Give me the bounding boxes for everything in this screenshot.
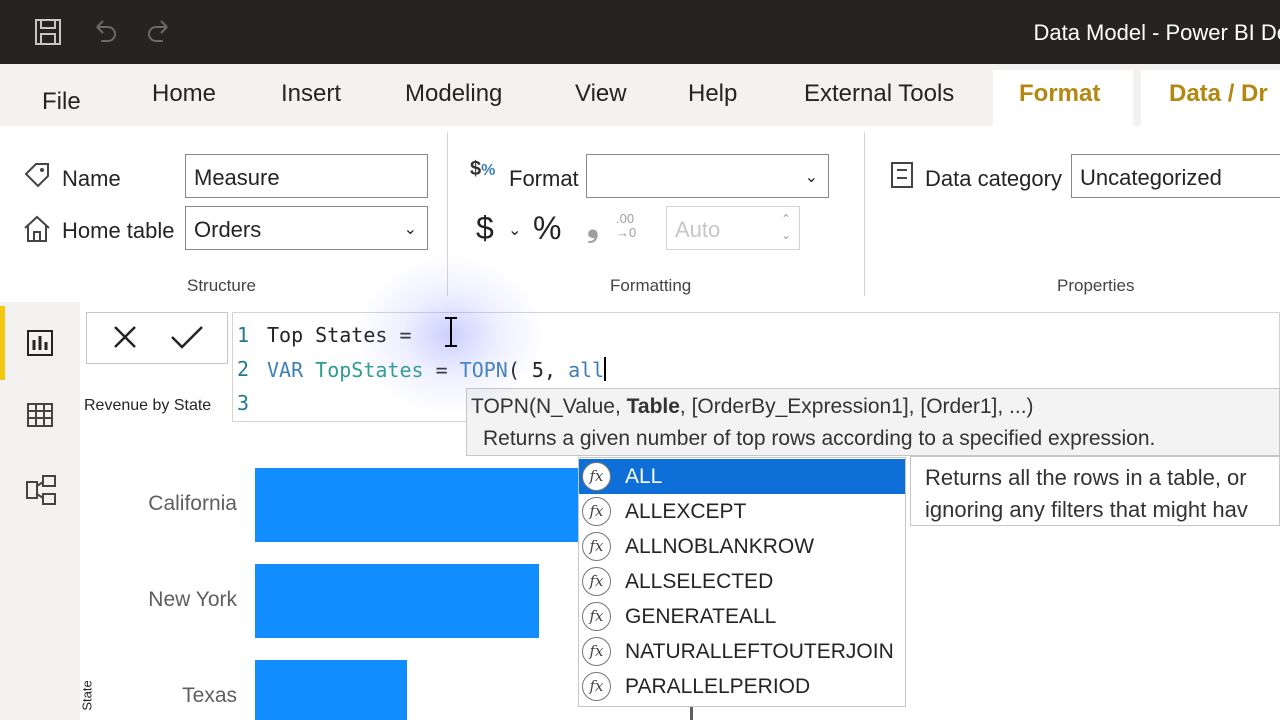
name-label: Name [62, 166, 121, 191]
percent-button[interactable]: % [533, 210, 561, 247]
chart-title: Revenue by State [84, 397, 212, 414]
formula-commit-buttons [86, 312, 228, 364]
report-view-icon[interactable] [25, 328, 55, 363]
home-icon [22, 214, 52, 249]
line-number: 3 [237, 391, 250, 415]
function-icon: fx [582, 532, 611, 561]
current-parameter: Table [626, 395, 680, 418]
category-label: Texas [182, 684, 237, 707]
tab-modeling[interactable]: Modeling [405, 80, 502, 108]
decimal-places-spinner: Auto ⌃ ⌄ [666, 206, 800, 250]
ribbon-tabs: File Home Insert Modeling View Help Exte… [0, 64, 1280, 126]
home-table-value: Orders [194, 217, 262, 242]
tab-insert[interactable]: Insert [281, 80, 341, 108]
title-bar: Data Model - Power BI Des [0, 0, 1280, 64]
autocomplete-item[interactable]: fx ALLEXCEPT [579, 494, 905, 529]
tag-icon [22, 160, 52, 195]
format-label: Format [509, 166, 579, 191]
signature-text: TOPN(N_Value, Table, [OrderBy_Expression… [471, 395, 1034, 418]
currency-dropdown-icon[interactable]: ⌄ [508, 220, 521, 240]
formula-line-2: VAR TopStates = TOPN( 5, all [267, 357, 607, 382]
y-axis-title: State [79, 680, 95, 711]
autocomplete-item[interactable]: fx PARALLELPERIOD [579, 669, 905, 704]
x-axis-label-fragment [690, 706, 700, 720]
tab-view[interactable]: View [575, 80, 627, 108]
window-title: Data Model - Power BI Des [1033, 20, 1280, 45]
autocomplete-item[interactable]: fx ALL [579, 459, 905, 494]
tab-file[interactable]: File [42, 88, 81, 116]
function-icon: fx [582, 672, 611, 701]
variable-name: TopStates [315, 358, 424, 382]
data-category-select[interactable]: Uncategorized [1071, 154, 1280, 198]
view-switcher-rail [0, 302, 80, 720]
autocomplete-item[interactable]: fx GENERATEALL [579, 599, 905, 634]
home-table-label: Home table [62, 218, 175, 243]
commit-icon[interactable] [169, 323, 205, 356]
autocomplete-description: Returns all the rows in a table, or igno… [910, 456, 1280, 526]
ribbon-separator [864, 132, 865, 296]
description-line: ignoring any filters that might hav [925, 497, 1248, 522]
currency-button[interactable]: $ [476, 210, 494, 247]
name-field-value: Measure [194, 165, 280, 190]
line-number: 1 [237, 323, 250, 347]
home-table-select[interactable]: Orders ⌄ [185, 206, 428, 250]
function-args: ( 5, [507, 358, 569, 382]
function-icon: fx [582, 462, 611, 491]
spinner-arrows-icon: ⌃ ⌄ [780, 212, 791, 242]
function-icon: fx [582, 567, 611, 596]
category-label: California [148, 492, 237, 515]
format-select[interactable]: ⌄ [586, 154, 829, 198]
data-category-value: Uncategorized [1080, 165, 1222, 190]
signature-description: Returns a given number of top rows accor… [483, 427, 1156, 450]
category-label: New York [148, 588, 237, 611]
model-view-icon[interactable] [25, 474, 57, 511]
function-icon: fx [582, 637, 611, 666]
tab-format[interactable]: Format [1019, 80, 1100, 108]
data-view-icon[interactable] [25, 400, 55, 435]
format-icon: $% [470, 158, 496, 180]
autocomplete-item[interactable]: fx ALLNOBLANKROW [579, 529, 905, 564]
bar-california[interactable] [255, 468, 615, 542]
name-field[interactable]: Measure [185, 154, 428, 198]
comma-style-icon[interactable]: ❟ [587, 210, 599, 244]
tab-external-tools[interactable]: External Tools [804, 80, 954, 108]
data-category-label: Data category [925, 166, 1062, 191]
properties-group-label: Properties [1057, 276, 1135, 295]
function-icon: fx [582, 602, 611, 631]
bar-new-york[interactable] [255, 564, 539, 638]
keyword-var: VAR [267, 358, 304, 382]
description-line: Returns all the rows in a table, or [925, 465, 1247, 490]
bar-texas[interactable] [255, 660, 407, 720]
decimal-places-icon[interactable]: .00 →0 [616, 212, 636, 240]
structure-group-label: Structure [187, 276, 256, 295]
active-view-indicator [0, 306, 5, 380]
text-caret [604, 357, 607, 381]
equals-sign: = [423, 358, 460, 382]
function-topn: TOPN [459, 358, 508, 382]
undo-icon[interactable] [86, 14, 122, 50]
text-cursor-icon [443, 316, 459, 353]
tab-home[interactable]: Home [152, 80, 216, 108]
save-icon[interactable] [30, 14, 66, 50]
redo-icon[interactable] [142, 14, 178, 50]
autocomplete-item[interactable]: fx NATURALLEFTOUTERJOIN [579, 634, 905, 669]
line-number: 2 [237, 357, 250, 381]
decimal-places-value: Auto [675, 217, 721, 242]
signature-help-tooltip: TOPN(N_Value, Table, [OrderBy_Expression… [466, 388, 1280, 456]
data-category-icon [889, 160, 915, 195]
chevron-down-icon: ⌄ [403, 221, 417, 238]
formula-line-1: Top States = [267, 323, 412, 347]
formatting-group-label: Formatting [610, 276, 692, 295]
tab-data-drill[interactable]: Data / Dr [1169, 80, 1268, 108]
autocomplete-item[interactable]: fx ALLSELECTED [579, 564, 905, 599]
autocomplete-list: fx ALL fx ALLEXCEPT fx ALLNOBLANKROW fx ALLS… [578, 457, 906, 707]
cancel-icon[interactable] [111, 323, 139, 356]
ribbon-separator [447, 132, 448, 296]
chevron-down-icon: ⌄ [804, 169, 818, 186]
tab-help[interactable]: Help [688, 80, 737, 108]
function-icon: fx [582, 497, 611, 526]
typed-text: all [568, 358, 605, 382]
ribbon: Name Measure Home table Orders ⌄ Structu… [0, 126, 1280, 302]
